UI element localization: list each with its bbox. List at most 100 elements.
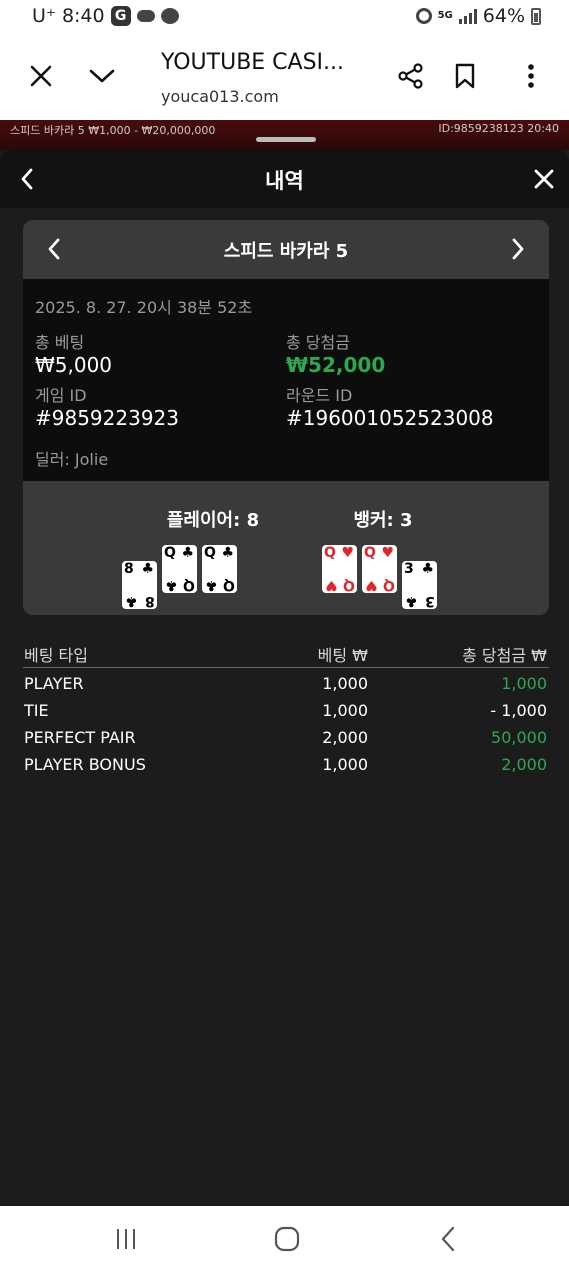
- card-suit: ♣: [125, 593, 138, 609]
- bet-type: TIE: [24, 701, 49, 720]
- total-win-label: 총 당첨금: [286, 333, 350, 352]
- round-detail-card: 스피드 바카라 5 2025. 8. 27. 20시 38분 52초 총 베팅 …: [23, 220, 549, 615]
- bet-amount: 1,000: [322, 755, 368, 774]
- card-suit: ♣: [141, 561, 154, 577]
- network-type: 5G: [437, 10, 453, 21]
- card-rank: Q: [223, 577, 235, 593]
- recent-apps-icon: [117, 1229, 135, 1249]
- bets-table: 베팅 타입 베팅 ₩ 총 당첨금 ₩ PLAYER 1,000 1,000 TIE 1,…: [23, 638, 549, 776]
- round-id-value: #196001052523008: [286, 406, 494, 430]
- round-result: 플레이어: 8 뱅커: 3 8 ♣ 8 ♣ Q ♣ Q ♣ Q ♣ Q ♣ Q ♥ Q ♥ Q ♥ Q ♥ 3 ♣ 3 ♣: [23, 481, 549, 615]
- cloud-icon: [136, 10, 155, 22]
- bet-win: 50,000: [491, 728, 547, 747]
- history-sheet: 내역 스피드 바카라 5 2025. 8. 27. 20시 38분 52초 총 …: [0, 150, 569, 1206]
- chat-icon: [160, 8, 179, 24]
- card-suit: ♣: [165, 577, 178, 593]
- bet-row: PERFECT PAIR 2,000 50,000: [23, 722, 549, 749]
- card-rank: Q: [164, 545, 176, 561]
- bet-type: PERFECT PAIR: [24, 728, 136, 747]
- back-arrow-icon: [441, 1226, 455, 1252]
- total-bet-value: ₩5,000: [35, 353, 113, 377]
- dealer-name: 딜러: Jolie: [35, 450, 109, 469]
- chevron-down-icon: [89, 69, 115, 83]
- card-suit: ♣: [221, 545, 234, 561]
- status-bar: U⁺ 8:40 G 5G 64%: [0, 0, 569, 34]
- bet-amount: 2,000: [322, 728, 368, 747]
- close-sheet-button[interactable]: [527, 162, 561, 196]
- playing-card: Q ♣ Q ♣: [202, 545, 237, 593]
- game-id-value: #9859223923: [35, 406, 180, 430]
- bookmark-button[interactable]: [443, 54, 487, 98]
- system-back-button[interactable]: [428, 1224, 468, 1254]
- card-rank: 8: [124, 561, 134, 577]
- game-id-time: ID:9859238123 20:40: [438, 122, 559, 135]
- banker-score: 뱅커: 3: [353, 510, 413, 531]
- bets-table-header: 베팅 타입 베팅 ₩ 총 당첨금 ₩: [23, 638, 549, 668]
- card-suit: ♣: [181, 545, 194, 561]
- header-bet-amount: 베팅 ₩: [317, 646, 368, 665]
- bets-table-body: PLAYER 1,000 1,000 TIE 1,000 - 1,000 PERFECT P…: [23, 668, 549, 776]
- sheet-title: 내역: [265, 169, 304, 193]
- card-rank: Q: [183, 577, 195, 593]
- card-suit: ♥: [365, 577, 378, 593]
- playing-card: Q ♥ Q ♥: [322, 545, 357, 593]
- bookmark-icon: [455, 63, 475, 89]
- more-vertical-icon: [528, 64, 534, 88]
- signal-icon: [458, 8, 477, 24]
- round-id-label: 라운드 ID: [286, 386, 353, 405]
- round-navigator: 스피드 바카라 5: [23, 220, 549, 279]
- card-rank: Q: [364, 545, 376, 561]
- home-button[interactable]: [267, 1224, 307, 1254]
- sheet-drag-handle[interactable]: [256, 137, 316, 142]
- card-suit: ♥: [381, 545, 394, 561]
- card-suit: ♣: [405, 593, 418, 609]
- browser-toolbar: YOUTUBE CASI... youca013.com: [0, 34, 569, 120]
- recent-apps-button[interactable]: [106, 1224, 146, 1254]
- carrier-label: U⁺: [32, 5, 56, 27]
- card-rank: 8: [145, 593, 155, 609]
- share-button[interactable]: [389, 54, 433, 98]
- playing-card: Q ♣ Q ♣: [162, 545, 197, 593]
- bet-amount: 1,000: [322, 674, 368, 693]
- bet-row: TIE 1,000 - 1,000: [23, 695, 549, 722]
- player-score: 플레이어: 8: [166, 510, 260, 531]
- alarm-icon: [415, 8, 432, 24]
- next-round-button[interactable]: [501, 232, 535, 266]
- share-icon: [398, 63, 423, 89]
- more-options-button[interactable]: [509, 54, 553, 98]
- card-rank: Q: [383, 577, 395, 593]
- total-bet-label: 총 베팅: [35, 333, 85, 352]
- bet-row: PLAYER 1,000 1,000: [23, 668, 549, 695]
- table-info: 스피드 바카라 5 ₩1,000 - ₩20,000,000: [10, 124, 216, 137]
- close-icon: [30, 65, 52, 87]
- playing-card: 8 ♣ 8 ♣: [122, 561, 157, 609]
- page-url: youca013.com: [161, 87, 279, 106]
- bet-row: PLAYER BONUS 1,000 2,000: [23, 749, 549, 776]
- card-rank: Q: [343, 577, 355, 593]
- bet-win: 1,000: [501, 674, 547, 693]
- game-name: 스피드 바카라 5: [223, 241, 349, 262]
- total-win-value: ₩52,000: [286, 353, 386, 377]
- battery-icon: [531, 7, 541, 25]
- system-nav-bar: [0, 1206, 569, 1272]
- card-suit: ♣: [421, 561, 434, 577]
- chevron-right-icon: [512, 238, 524, 260]
- game-id-label: 게임 ID: [35, 386, 87, 405]
- card-rank: Q: [204, 545, 216, 561]
- game-info-strip: 스피드 바카라 5 ₩1,000 - ₩20,000,000 ID:985923…: [0, 120, 569, 150]
- round-datetime: 2025. 8. 27. 20시 38분 52초: [35, 298, 253, 317]
- card-rank: 3: [425, 593, 435, 609]
- card-rank: 3: [404, 561, 414, 577]
- card-rank: Q: [324, 545, 336, 561]
- page-title: YOUTUBE CASI...: [161, 50, 345, 75]
- home-icon: [274, 1226, 300, 1252]
- playing-card: 3 ♣ 3 ♣: [402, 561, 437, 609]
- close-tab-button[interactable]: [19, 54, 63, 98]
- sheet-header: 내역: [0, 150, 569, 208]
- expand-button[interactable]: [80, 54, 124, 98]
- battery-percent: 64%: [482, 5, 525, 27]
- bet-type: PLAYER: [24, 674, 84, 693]
- playing-card: Q ♥ Q ♥: [362, 545, 397, 593]
- card-suit: ♥: [341, 545, 354, 561]
- card-suit: ♣: [205, 577, 218, 593]
